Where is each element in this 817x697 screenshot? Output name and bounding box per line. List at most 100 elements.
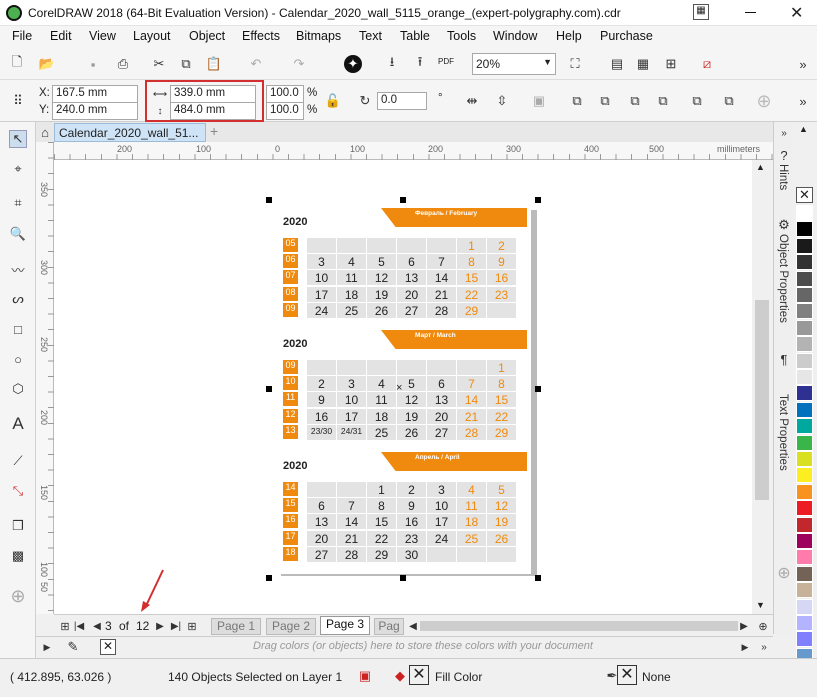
color-swatch[interactable] bbox=[796, 434, 813, 451]
menu-text[interactable]: Text bbox=[359, 29, 382, 43]
menu-layout[interactable]: Layout bbox=[133, 29, 171, 43]
calendar-page[interactable]: Февраль / February 2020 05 06 07 08 09 1 2 3 4 5 6 7 8… bbox=[275, 204, 531, 574]
scale-x-input[interactable]: 100.0 bbox=[266, 85, 304, 103]
scroll-thumb[interactable] bbox=[755, 300, 769, 500]
color-swatch[interactable] bbox=[796, 467, 813, 484]
width-input[interactable]: 339.0 mm bbox=[170, 85, 256, 103]
freehand-tool-icon[interactable]: 〰 bbox=[9, 260, 27, 278]
ungroup-all-icon[interactable]: ⧉ bbox=[626, 92, 644, 110]
color-swatch[interactable] bbox=[796, 451, 813, 467]
new-document-icon[interactable]: 🗋 bbox=[8, 54, 26, 73]
menu-edit[interactable]: Edit bbox=[50, 29, 72, 43]
parallel-dimension-icon[interactable]: ⟋ bbox=[9, 452, 27, 470]
zoom-nav-icon[interactable]: ⊕ bbox=[754, 617, 772, 635]
menu-purchase[interactable]: Purchase bbox=[600, 29, 653, 43]
color-swatch[interactable] bbox=[796, 549, 813, 566]
zoom-tool-icon[interactable]: 🔍 bbox=[9, 225, 27, 243]
color-proof-icon[interactable]: ▣ bbox=[356, 667, 374, 685]
month-calendar[interactable]: Февраль / February 2020 05 06 07 08 09 1 2 3 4 5 6 7 8… bbox=[275, 208, 527, 328]
propbar-overflow-icon[interactable]: » bbox=[794, 92, 812, 110]
color-swatch[interactable] bbox=[796, 205, 813, 221]
transparency-icon[interactable]: ▩ bbox=[9, 547, 27, 565]
text-wrap-icon[interactable]: ▣ bbox=[530, 92, 548, 110]
selection-handle[interactable] bbox=[400, 575, 406, 581]
polygon-tool-icon[interactable]: ⬡ bbox=[9, 380, 27, 398]
full-screen-icon[interactable]: ⛶ bbox=[566, 55, 584, 73]
rectangle-tool-icon[interactable]: □ bbox=[9, 320, 27, 338]
show-grid-icon[interactable]: ▦ bbox=[634, 55, 652, 73]
to-back-icon[interactable]: ⧉ bbox=[720, 92, 738, 110]
show-rulers-icon[interactable]: ▤ bbox=[608, 55, 626, 73]
color-swatch[interactable] bbox=[796, 319, 813, 336]
vertical-scrollbar[interactable]: ▲ ▼ bbox=[752, 160, 773, 614]
menu-object[interactable]: Object bbox=[189, 29, 225, 43]
color-swatch[interactable] bbox=[796, 401, 813, 418]
docker-tab-hints[interactable]: Hints bbox=[777, 164, 789, 190]
crop-tool-icon[interactable]: ⌗ bbox=[9, 194, 27, 212]
color-swatch[interactable] bbox=[796, 352, 813, 369]
color-swatch[interactable] bbox=[796, 270, 813, 287]
document-tab[interactable]: Calendar_2020_wall_51... bbox=[54, 123, 206, 142]
menu-view[interactable]: View bbox=[89, 29, 116, 43]
search-content-icon[interactable]: ✦ bbox=[344, 55, 362, 73]
scroll-down-icon[interactable]: ▼ bbox=[756, 600, 765, 610]
selection-handle[interactable] bbox=[266, 197, 272, 203]
color-swatch[interactable] bbox=[796, 582, 813, 599]
to-front-icon[interactable]: ⧉ bbox=[688, 92, 706, 110]
pick-tool-icon[interactable]: ↖ bbox=[9, 130, 27, 148]
zoom-level-select[interactable]: 20% ▼ bbox=[472, 53, 556, 75]
cut-icon[interactable]: ✂ bbox=[150, 55, 168, 73]
new-tab-icon[interactable]: + bbox=[210, 123, 218, 139]
docker-tab-text-properties[interactable]: Text Properties bbox=[777, 394, 789, 471]
page-tab-active[interactable]: Page 3 bbox=[320, 616, 370, 635]
x-position-input[interactable]: 167.5 mm bbox=[52, 85, 138, 103]
color-swatch[interactable] bbox=[796, 369, 813, 385]
object-origin-icon[interactable]: ⠿ bbox=[9, 92, 27, 110]
color-swatch[interactable] bbox=[796, 615, 813, 631]
eyedropper-icon[interactable]: ✎ bbox=[64, 638, 82, 656]
selection-handle[interactable] bbox=[535, 197, 541, 203]
add-plus-icon[interactable]: ⊕ bbox=[755, 91, 773, 111]
colorbar-menu-icon[interactable]: » bbox=[755, 638, 773, 656]
add-page-after-icon[interactable]: ⊞ bbox=[183, 617, 201, 635]
selection-handle[interactable] bbox=[400, 197, 406, 203]
page-tab[interactable]: Pag bbox=[374, 618, 404, 635]
artistic-media-icon[interactable]: ᔕ bbox=[9, 290, 27, 308]
docker-add-icon[interactable]: ⊕ bbox=[775, 564, 793, 582]
snap-to-icon[interactable]: ⧄ bbox=[698, 55, 716, 73]
doc-no-color-swatch[interactable]: ✕ bbox=[100, 639, 116, 655]
publish-pdf-icon[interactable]: PDF bbox=[438, 57, 454, 66]
menu-tools[interactable]: Tools bbox=[447, 29, 476, 43]
paste-icon[interactable]: 📋 bbox=[205, 55, 223, 73]
menu-bitmaps[interactable]: Bitmaps bbox=[296, 29, 341, 43]
color-swatch[interactable] bbox=[796, 254, 813, 271]
show-guidelines-icon[interactable]: ⊞ bbox=[662, 55, 680, 73]
mirror-vertical-icon[interactable]: ⇳ bbox=[493, 92, 511, 110]
fill-none-swatch[interactable]: ✕ bbox=[409, 665, 429, 685]
lock-ratio-icon[interactable]: 🔓 bbox=[324, 92, 342, 110]
menu-effects[interactable]: Effects bbox=[242, 29, 280, 43]
color-swatch[interactable] bbox=[796, 221, 813, 238]
text-tool-icon[interactable]: A bbox=[9, 414, 27, 433]
grid-doc-icon[interactable]: ▦ bbox=[693, 4, 709, 20]
color-swatch[interactable] bbox=[796, 516, 813, 533]
selection-handle[interactable] bbox=[535, 575, 541, 581]
color-swatch[interactable] bbox=[796, 385, 813, 402]
color-swatch[interactable] bbox=[796, 418, 813, 435]
color-swatch[interactable] bbox=[796, 533, 813, 549]
y-position-input[interactable]: 240.0 mm bbox=[52, 102, 138, 120]
menu-table[interactable]: Table bbox=[400, 29, 430, 43]
color-swatch[interactable] bbox=[796, 287, 813, 303]
outline-none-swatch[interactable]: ✕ bbox=[617, 665, 637, 685]
scroll-up-icon[interactable]: ▲ bbox=[756, 162, 765, 172]
import-icon[interactable]: ⭳ bbox=[383, 54, 401, 73]
page-tab[interactable]: Page 1 bbox=[211, 618, 261, 635]
drawing-canvas[interactable]: Февраль / February 2020 05 06 07 08 09 1 2 3 4 5 6 7 8… bbox=[54, 160, 752, 614]
print-icon[interactable]: ⎙ bbox=[114, 55, 132, 73]
redo-icon[interactable]: ↷ bbox=[290, 55, 308, 73]
color-swatch[interactable] bbox=[796, 237, 813, 254]
export-icon[interactable]: ⭱ bbox=[411, 54, 429, 73]
ellipse-tool-icon[interactable]: ○ bbox=[9, 350, 27, 368]
menu-help[interactable]: Help bbox=[556, 29, 582, 43]
menu-window[interactable]: Window bbox=[493, 29, 537, 43]
